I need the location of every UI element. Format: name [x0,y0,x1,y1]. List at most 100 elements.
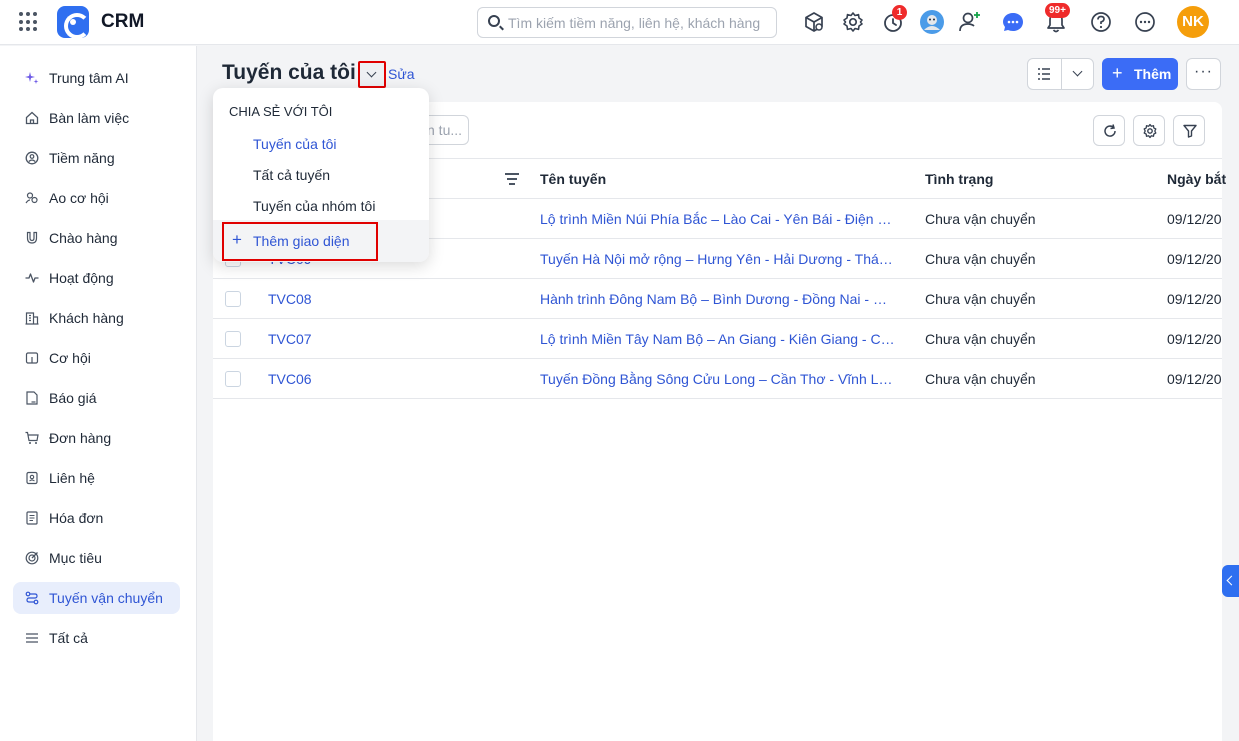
help-icon[interactable] [1088,9,1114,35]
sidebar: Trung tâm AI Bàn làm việc Tiềm năng Ao c… [0,46,197,741]
route-code-link[interactable]: TVC07 [268,331,312,347]
magnet-icon [26,231,38,244]
sidebar-item-label: Hoạt động [49,270,114,286]
plus-icon: + [232,230,242,249]
filter-button[interactable] [1173,115,1205,146]
route-status: Chưa vận chuyển [925,211,1036,227]
route-name-link[interactable]: Lộ trình Miền Núi Phía Bắc – Lào Cai - Y… [540,211,895,227]
sidebar-item-label: Báo giá [49,390,97,406]
view-mode-dropdown[interactable] [1062,59,1094,89]
route-name-link[interactable]: Tuyến Hà Nội mở rộng – Hưng Yên - Hải Dư… [540,251,895,267]
menu-option-all-routes[interactable]: Tất cả tuyến [253,167,330,183]
route-status: Chưa vận chuyển [925,371,1036,387]
settings-gear-icon[interactable] [840,9,866,35]
sidebar-item-all[interactable]: Tất cả [13,622,180,654]
menu-option-my-routes[interactable]: Tuyến của tôi [253,136,337,152]
user-avatar[interactable]: NK [1177,6,1209,38]
route-code-link[interactable]: TVC06 [268,371,312,387]
route-start-date: 09/12/2025 [1167,331,1222,347]
more-actions-button[interactable]: ··· [1186,58,1221,90]
target-icon [25,551,39,565]
sidebar-item-label: Khách hàng [49,310,124,326]
home-icon [25,111,39,125]
apps-grid-icon[interactable] [19,12,39,32]
add-view-button[interactable]: + Thêm giao diện [222,222,378,261]
table-row[interactable]: TVC07 Lộ trình Miền Tây Nam Bộ – An Gian… [213,319,1222,359]
sidebar-item-activities[interactable]: Hoạt động [13,262,180,294]
edit-view-link[interactable]: Sửa [388,66,415,82]
sidebar-item-customers[interactable]: Khách hàng [13,302,180,334]
sidebar-item-label: Hóa đơn [49,510,104,526]
row-checkbox[interactable] [225,371,241,387]
route-start-date: 09/12/2025 [1167,211,1222,227]
route-name-link[interactable]: Lộ trình Miền Tây Nam Bộ – An Giang - Ki… [540,331,895,347]
sidebar-item-offers[interactable]: Chào hàng [13,222,180,254]
sidebar-item-ai-center[interactable]: Trung tâm AI [13,62,180,94]
sidebar-item-workspace[interactable]: Bàn làm việc [13,102,180,134]
user-photo-avatar[interactable] [919,9,945,35]
list-view-button[interactable] [1028,59,1061,89]
crm-logo-icon [57,6,90,39]
column-header-status[interactable]: Tình trạng [925,171,993,187]
chat-icon[interactable] [1000,9,1026,35]
route-code-link[interactable]: TVC08 [268,291,312,307]
sidebar-item-label: Tuyến vận chuyển [49,590,163,606]
collapse-panel-tab[interactable] [1222,565,1239,597]
sidebar-item-opportunity-pool[interactable]: Ao cơ hội [13,182,180,214]
global-search[interactable] [477,7,777,38]
menu-section-title: CHIA SẺ VỚI TÔI [229,104,333,119]
gear-icon [1143,123,1157,139]
activity-icon [25,273,39,283]
sidebar-item-label: Mục tiêu [49,550,102,566]
route-icon [25,591,39,605]
route-status: Chưa vận chuyển [925,251,1036,267]
route-status: Chưa vận chuyển [925,331,1036,347]
route-name-link[interactable]: Hành trình Đông Nam Bộ – Bình Dương - Đồ… [540,291,895,307]
route-start-date: 09/12/2025 [1167,291,1222,307]
search-icon [488,15,500,27]
invoice-icon [26,511,38,525]
cube-icon[interactable] [801,9,827,35]
sidebar-item-label: Cơ hội [49,350,91,366]
sidebar-item-invoices[interactable]: Hóa đơn [13,502,180,534]
row-checkbox[interactable] [225,331,241,347]
cart-icon [25,431,39,444]
add-user-icon[interactable] [957,9,983,35]
menu-option-team-routes[interactable]: Tuyến của nhóm tôi [253,198,375,214]
sidebar-item-goals[interactable]: Mục tiêu [13,542,180,574]
plus-icon: + [1112,63,1123,83]
sidebar-item-orders[interactable]: Đơn hàng [13,422,180,454]
column-header-start-date[interactable]: Ngày bắt [1167,171,1226,187]
sidebar-item-leads[interactable]: Tiềm năng [13,142,180,174]
sidebar-item-contacts[interactable]: Liên hệ [13,462,180,494]
sidebar-item-opportunities[interactable]: Cơ hội [13,342,180,374]
contact-icon [26,471,38,485]
view-mode-group [1027,58,1094,90]
opportunity-icon [25,352,39,364]
table-row[interactable]: TVC08 Hành trình Đông Nam Bộ – Bình Dươn… [213,279,1222,319]
sort-lines-icon[interactable] [505,173,519,185]
building-icon [25,312,39,325]
row-checkbox[interactable] [225,291,241,307]
sidebar-item-label: Tiềm năng [49,150,115,166]
route-name-link[interactable]: Tuyến Đồng Bằng Sông Cửu Long – Cần Thơ … [540,371,895,387]
top-bar: CRM 1 99+ NK [0,0,1239,45]
menu-icon [26,633,38,643]
column-header-route-name[interactable]: Tên tuyến [540,171,606,187]
sidebar-item-label: Đơn hàng [49,430,112,446]
view-switcher-dropdown-button[interactable] [358,61,386,88]
sidebar-item-quotes[interactable]: Báo giá [13,382,180,414]
column-settings-button[interactable] [1133,115,1165,146]
sidebar-item-label: Trung tâm AI [49,70,129,86]
pool-icon [25,192,38,204]
refresh-icon [1104,124,1116,137]
add-button[interactable]: + Thêm [1102,58,1178,90]
sidebar-item-label: Bàn làm việc [49,110,130,126]
search-input[interactable] [508,13,768,33]
refresh-button[interactable] [1093,115,1125,146]
more-options-icon[interactable] [1132,9,1158,35]
sidebar-item-shipping-routes[interactable]: Tuyến vận chuyển [13,582,180,614]
table-row[interactable]: TVC06 Tuyến Đồng Bằng Sông Cửu Long – Cầ… [213,359,1222,399]
sidebar-item-label: Ao cơ hội [49,190,109,206]
sparkle-icon [25,72,39,84]
